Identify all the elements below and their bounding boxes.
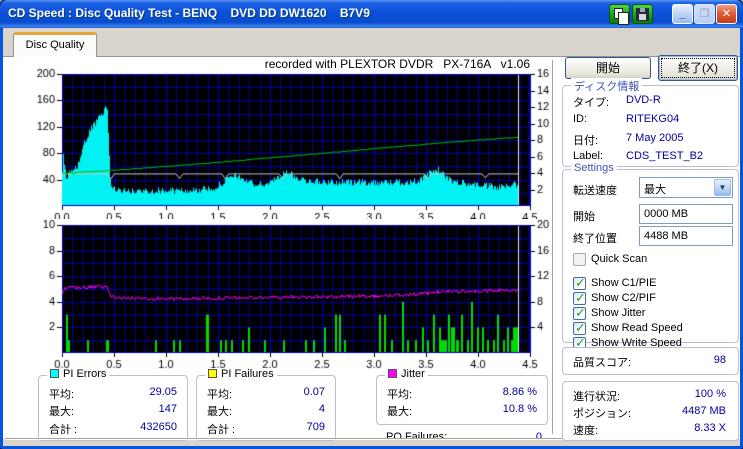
maximize-button: ❐ xyxy=(694,4,715,24)
disc-id-row: ID: RITEKG04 xyxy=(573,113,680,125)
pi-failures-legend-box: PI Failures 平均: 0.07 最大: 4 合計 :709 xyxy=(196,368,336,441)
pi-failures-max-row: 最大: 4 xyxy=(207,403,325,418)
pi-failures-jitter-chart xyxy=(30,219,556,371)
quick-scan-label: Quick Scan xyxy=(591,253,648,265)
position-row: ポジション: 4487 MB xyxy=(573,405,726,420)
show-c2-pif-label: Show C2/PIF xyxy=(591,292,656,304)
save-icon xyxy=(636,8,649,21)
pi-failures-legend-title: PI Failures xyxy=(205,368,277,380)
close-button[interactable]: ✕ xyxy=(716,4,737,24)
settings-box: Settings 転送速度 最大 ▼ 開始 終了位置 ✓ Quick Scan … xyxy=(562,162,739,350)
window-content: Disc Quality recorded with PLEXTOR DVDR … xyxy=(3,28,740,446)
start-position-input[interactable] xyxy=(639,204,733,224)
progress-row: 進行状況: 100 % xyxy=(573,388,726,403)
save-results-button[interactable] xyxy=(632,4,653,24)
minimize-button[interactable]: _ xyxy=(672,4,693,24)
transfer-speed-value: 最大 xyxy=(644,184,666,196)
jitter-max-row: 最大: 10.8 % xyxy=(387,403,537,418)
jitter-legend-title: Jitter xyxy=(385,368,428,380)
pi-errors-chart xyxy=(30,63,556,219)
show-read-speed-checkbox[interactable]: ✓ xyxy=(573,320,586,335)
disc-info-box: ディスク情報 タイプ: DVD-R ID: RITEKG04 日付: 7 May 20… xyxy=(562,78,739,167)
progress-box: 進行状況: 100 % ポジション: 4487 MB 速度: 8.33 X xyxy=(562,381,739,441)
start-position-label: 開始 xyxy=(573,211,595,223)
show-jitter-label: Show Jitter xyxy=(591,307,646,319)
po-failures-row: PO Failures: 0 xyxy=(386,431,542,443)
app-window: CD Speed : Disc Quality Test - BENQ DVD … xyxy=(0,0,743,449)
end-position-label: 終了位置 xyxy=(573,233,617,245)
copy-to-clipboard-button[interactable] xyxy=(609,4,630,25)
show-c2-pif-checkbox[interactable]: ✓ xyxy=(573,290,586,305)
pi-errors-average-row: 平均: 29.05 xyxy=(49,386,177,401)
show-c1-pie-checkbox[interactable]: ✓ xyxy=(573,275,586,290)
speed-row: 速度: 8.33 X xyxy=(573,422,726,437)
pi-errors-total-row: 合計 :432650 xyxy=(49,421,177,436)
pi-failures-swatch-icon xyxy=(208,369,217,378)
pi-errors-legend-box: PI Errors 平均: 29.05 最大: 147 合計 :432650 xyxy=(38,368,188,441)
start-button[interactable]: 開始 xyxy=(565,57,651,79)
pi-failures-average-row: 平均: 0.07 xyxy=(207,386,325,401)
transfer-speed-combobox[interactable]: 最大 ▼ xyxy=(639,177,733,198)
transfer-speed-label: 転送速度 xyxy=(573,185,617,197)
disc-type-row: タイプ: DVD-R xyxy=(573,94,661,109)
window-title: CD Speed : Disc Quality Test - BENQ DVD … xyxy=(8,6,370,20)
disc-label-row: Label: CDS_TEST_B2 xyxy=(573,150,704,162)
quality-score-box: 品質スコア: 98 xyxy=(562,347,739,375)
show-c1-pie-label: Show C1/PIE xyxy=(591,277,657,289)
settings-title: Settings xyxy=(571,162,617,174)
copy-icon xyxy=(614,8,629,25)
show-read-speed-label: Show Read Speed xyxy=(591,322,683,334)
pi-errors-swatch-icon xyxy=(50,369,59,378)
jitter-legend-box: Jitter 平均: 8.86 % 最大: 10.8 % xyxy=(376,368,548,425)
jitter-average-row: 平均: 8.86 % xyxy=(387,386,537,401)
vertical-separator xyxy=(552,60,554,434)
show-jitter-checkbox[interactable]: ✓ xyxy=(573,305,586,320)
quality-score-row: 品質スコア: 98 xyxy=(573,354,726,369)
pi-errors-legend-title: PI Errors xyxy=(47,368,110,380)
pi-failures-total-row: 合計 :709 xyxy=(207,421,325,436)
chevron-down-icon[interactable]: ▼ xyxy=(714,179,731,196)
disc-date-row: 日付: 7 May 2005 xyxy=(573,132,684,147)
exit-button[interactable]: 終了(X) xyxy=(658,55,738,81)
end-position-input[interactable] xyxy=(639,226,733,246)
quick-scan-checkbox[interactable]: ✓ xyxy=(573,253,586,266)
title-bar: CD Speed : Disc Quality Test - BENQ DVD … xyxy=(0,0,743,28)
tab-page: recorded with PLEXTOR DVDR PX-716A v1.06… xyxy=(3,55,740,443)
pi-errors-max-row: 最大: 147 xyxy=(49,403,177,418)
tab-disc-quality[interactable]: Disc Quality xyxy=(13,32,97,57)
disc-info-title: ディスク情報 xyxy=(571,78,643,94)
jitter-swatch-icon xyxy=(388,369,397,378)
